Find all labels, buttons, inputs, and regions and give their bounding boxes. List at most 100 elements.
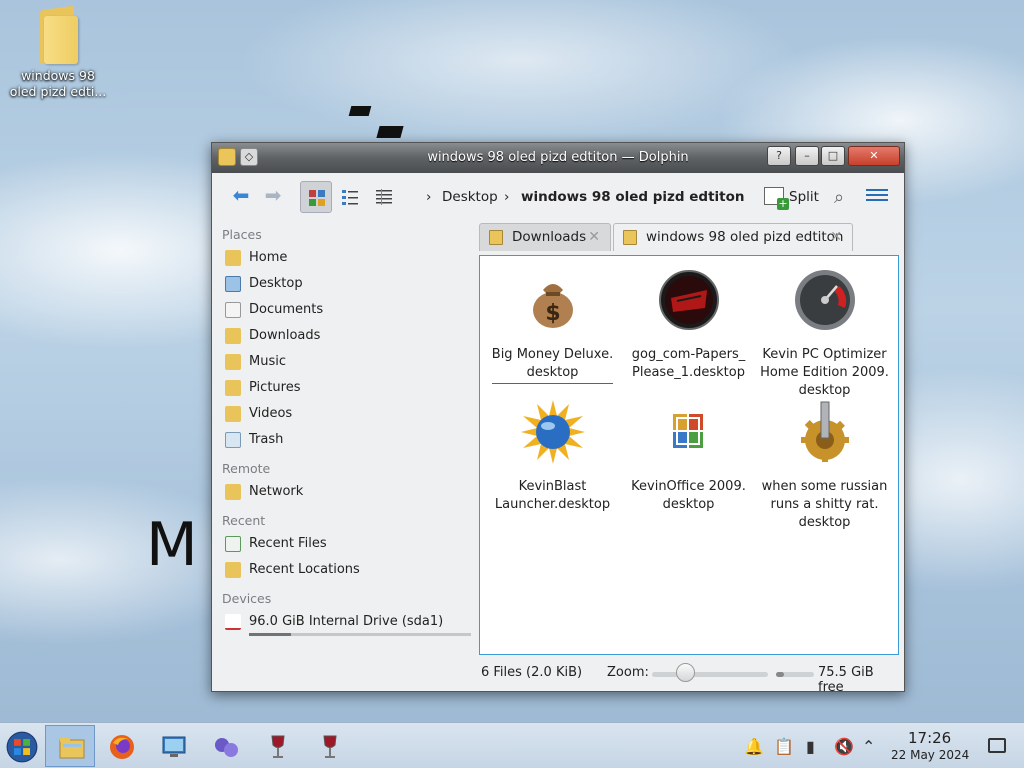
back-button[interactable]: ⬅ — [228, 185, 254, 207]
toolbar: ⬅ ➡ › Desktop › windows 98 oled pizd edt… — [212, 173, 904, 219]
file-name: when some russian runs a shitty rat. des… — [761, 479, 888, 530]
icons-view-button[interactable] — [300, 181, 332, 213]
search-icon[interactable]: ⌕ — [834, 187, 844, 208]
file-name: KevinOffice 2009. desktop — [631, 479, 746, 512]
folder-icon — [623, 230, 637, 245]
file-view[interactable]: $ Big Money Deluxe. desktop gog_com-Pape… — [479, 255, 899, 655]
hamburger-menu-icon[interactable] — [866, 186, 888, 206]
compact-view-button[interactable] — [334, 181, 366, 213]
close-tab-icon[interactable]: ✕ — [830, 224, 842, 250]
battery-icon[interactable]: ▮ — [806, 737, 815, 756]
sidebar-item-label: Recent Locations — [249, 562, 360, 577]
forward-button[interactable]: ➡ — [260, 185, 286, 207]
breadcrumb-separator: › — [426, 189, 432, 205]
desktop-artifact — [348, 106, 372, 116]
home-folder-icon — [225, 250, 241, 266]
sidebar-item-recent-files[interactable]: Recent Files — [217, 531, 475, 557]
notifications-icon[interactable]: 🔔 — [744, 737, 764, 756]
folder-icon — [36, 5, 80, 65]
sidebar-item-videos[interactable]: Videos — [217, 401, 475, 427]
file-item[interactable]: $ Big Money Deluxe. desktop — [485, 268, 620, 384]
firefox-icon — [110, 735, 134, 759]
sidebar-item-label: Documents — [249, 302, 324, 317]
taskbar: 🔔 📋 ▮ 🔇 ⌃ 17:26 22 May 2024 — [0, 722, 1024, 768]
sun-globe-icon — [520, 400, 585, 464]
file-item[interactable]: KevinOffice 2009. desktop — [621, 400, 756, 514]
details-view-button[interactable] — [368, 181, 400, 213]
split-button-label[interactable]: Split — [789, 189, 819, 205]
file-item[interactable]: gog_com-Papers_ Please_1.desktop — [621, 268, 756, 382]
sidebar-item-internal-drive[interactable]: 96.0 GiB Internal Drive (sda1) — [217, 609, 475, 636]
recent-files-icon — [225, 536, 241, 552]
desktop-icon-label: windows 98 oled pizd edti... — [9, 68, 107, 99]
start-menu-button[interactable] — [0, 725, 50, 767]
sidebar-item-trash[interactable]: Trash — [217, 427, 475, 453]
tab-label: Downloads — [512, 229, 587, 245]
sidebar-item-label: Pictures — [249, 380, 301, 395]
free-space-bar — [776, 672, 814, 677]
volume-muted-icon[interactable]: 🔇 — [834, 737, 854, 756]
desktop-folder-icon — [225, 276, 241, 292]
close-tab-icon[interactable]: ✕ — [588, 224, 600, 250]
file-item[interactable]: KevinBlast Launcher.desktop — [485, 400, 620, 514]
sidebar-item-music[interactable]: Music — [217, 349, 475, 375]
section-header-remote: Remote — [222, 461, 271, 476]
sidebar-item-downloads[interactable]: Downloads — [217, 323, 475, 349]
zoom-slider[interactable] — [652, 672, 768, 677]
tab-bar: Downloads ✕ windows 98 oled pizd edtiton… — [479, 221, 900, 251]
help-button[interactable]: ? — [767, 146, 791, 166]
close-button[interactable]: ✕ — [848, 146, 900, 166]
sidebar-item-label: Trash — [249, 432, 284, 447]
drive-usage-bar — [249, 633, 471, 636]
sidebar-item-label: 96.0 GiB Internal Drive (sda1) — [249, 614, 444, 629]
clock-date[interactable]: 22 May 2024 — [891, 748, 969, 762]
taskbar-wine-app[interactable] — [252, 725, 302, 767]
file-item[interactable]: when some russian runs a shitty rat. des… — [757, 400, 892, 532]
dolphin-file-manager-icon — [59, 738, 85, 759]
show-desktop-icon[interactable] — [988, 738, 1006, 753]
sidebar-item-label: Downloads — [249, 328, 321, 343]
split-view-icon[interactable] — [764, 187, 789, 210]
taskbar-kde-connect[interactable] — [200, 725, 250, 767]
dolphin-window[interactable]: ◇ windows 98 oled pizd edtiton — Dolphin… — [211, 142, 905, 695]
drive-icon — [225, 614, 241, 630]
sidebar-item-documents[interactable]: Documents — [217, 297, 475, 323]
network-folder-icon — [225, 484, 241, 500]
tab-downloads[interactable]: Downloads ✕ — [479, 223, 611, 251]
places-panel: Places Home Desktop Documents Downloads … — [217, 223, 475, 653]
sidebar-item-pictures[interactable]: Pictures — [217, 375, 475, 401]
taskbar-system-settings[interactable] — [148, 725, 198, 767]
start-menu-icon — [6, 731, 38, 763]
maximize-button[interactable]: □ — [821, 146, 845, 166]
file-item[interactable]: Kevin PC Optimizer Home Edition 2009. de… — [757, 268, 892, 400]
sidebar-item-network[interactable]: Network — [217, 479, 475, 505]
sidebar-item-desktop[interactable]: Desktop — [217, 271, 475, 297]
system-settings-icon — [162, 736, 186, 757]
clipboard-icon[interactable]: 📋 — [774, 737, 794, 756]
breadcrumb-desktop[interactable]: Desktop — [442, 189, 498, 205]
connect-icon — [215, 738, 238, 757]
gear-icon — [800, 401, 849, 462]
icons-view-icon — [309, 190, 325, 206]
section-header-recent: Recent — [222, 513, 266, 528]
taskbar-wine-app[interactable] — [304, 725, 354, 767]
papers-please-icon — [658, 270, 719, 330]
tray-expand-icon[interactable]: ⌃ — [862, 737, 875, 756]
sidebar-item-label: Music — [249, 354, 286, 369]
clock-time[interactable]: 17:26 — [908, 729, 951, 747]
taskbar-firefox[interactable] — [96, 725, 146, 767]
minimize-button[interactable]: – — [795, 146, 819, 166]
breadcrumb-current-folder[interactable]: windows 98 oled pizd edtiton — [521, 189, 745, 205]
section-header-devices: Devices — [222, 591, 272, 606]
sidebar-item-recent-locations[interactable]: Recent Locations — [217, 557, 475, 583]
desktop-folder-item[interactable]: windows 98 oled pizd edti... — [8, 5, 108, 100]
taskbar-dolphin[interactable] — [45, 725, 95, 767]
title-bar[interactable]: ◇ windows 98 oled pizd edtiton — Dolphin… — [212, 143, 904, 173]
sidebar-item-label: Videos — [249, 406, 293, 421]
sidebar-item-home[interactable]: Home — [217, 245, 475, 271]
section-header-places: Places — [222, 227, 262, 242]
wine-glass-icon — [323, 735, 337, 758]
tab-windows-98-folder[interactable]: windows 98 oled pizd edtiton ✕ — [613, 223, 853, 251]
zoom-slider-handle[interactable] — [676, 663, 695, 682]
folder-icon — [489, 230, 503, 245]
